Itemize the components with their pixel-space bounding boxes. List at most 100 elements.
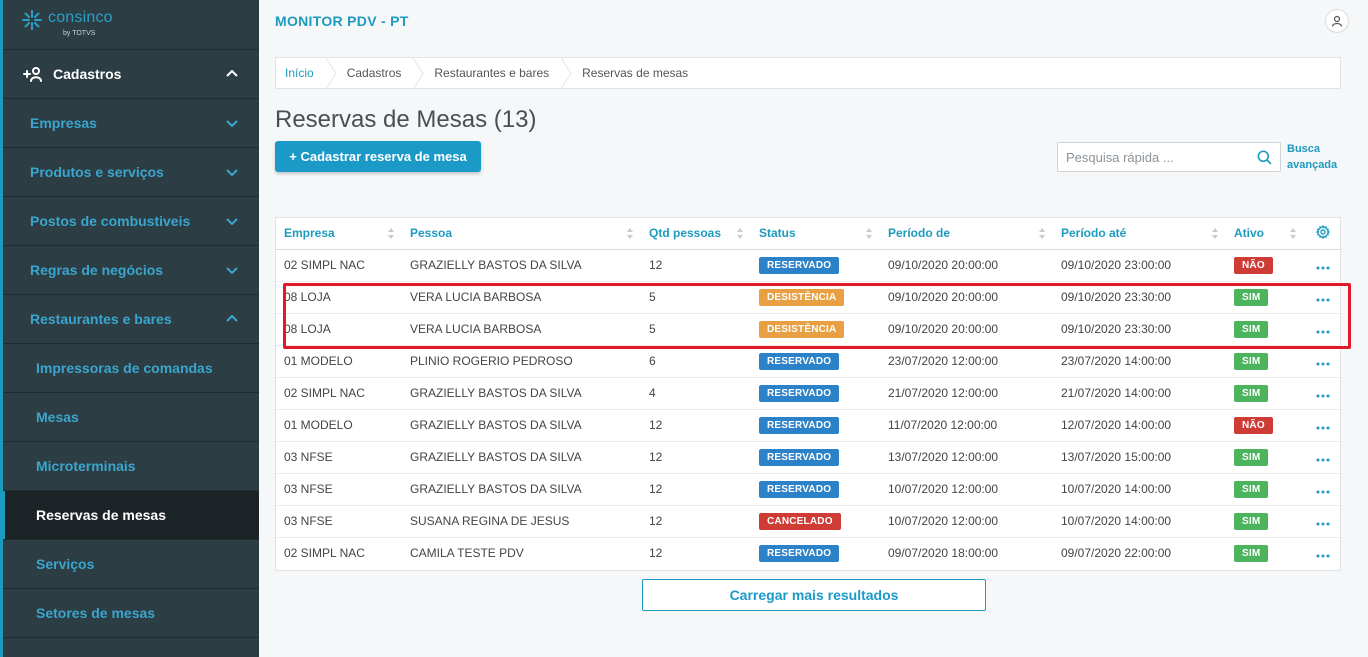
add-reservation-button[interactable]: + Cadastrar reserva de mesa [275,141,481,172]
cell-periodo-de: 10/07/2020 12:00:00 [880,505,1053,538]
column-settings[interactable] [1304,218,1342,250]
cell-qtd-pessoas: 5 [641,281,751,314]
cell-periodo-de: 21/07/2020 12:00:00 [880,377,1053,410]
row-actions-menu[interactable] [1304,537,1342,569]
cell-periodo-de: 09/10/2020 20:00:00 [880,281,1053,314]
sidebar-item-produtos-servicos[interactable]: Produtos e serviços [3,148,259,197]
main-content: MONITOR PDV - PT Início Cadastros Restau… [259,0,1368,657]
user-menu-button[interactable] [1325,9,1349,33]
more-options-icon [1316,554,1330,558]
search-input[interactable] [1058,143,1248,171]
user-icon [1331,15,1343,27]
row-actions-menu[interactable] [1304,249,1342,282]
breadcrumb-inicio[interactable]: Início [276,58,326,88]
consinco-logo-icon [22,10,42,30]
chevron-down-icon [226,218,238,226]
sidebar-item-postos-combustiveis[interactable]: Postos de combustiveis [3,197,259,246]
cell-qtd-pessoas: 12 [641,441,751,474]
table-row[interactable]: 03 NFSE SUSANA REGINA DE JESUS 12 CANCELADO… [276,505,1342,538]
row-actions-menu[interactable] [1304,281,1342,314]
sidebar-item-impressoras-comandas[interactable]: Impressoras de comandas [3,344,259,393]
sidebar-header-cadastros[interactable]: Cadastros [3,50,259,99]
sidebar-item-servicos[interactable]: Serviços [3,540,259,589]
table-row[interactable]: 02 SIMPL NAC CAMILA TESTE PDV 12 RESERVADO 0… [276,537,1342,569]
sidebar-item-label: Serviços [36,556,95,572]
cell-ativo: SIM [1226,377,1304,410]
table-row[interactable]: 03 NFSE GRAZIELLY BASTOS DA SILVA 12 RESERV… [276,441,1342,474]
quick-search [1057,142,1281,172]
cell-pessoa: VERA LUCIA BARBOSA [402,313,641,346]
row-actions-menu[interactable] [1304,505,1342,538]
brand-logo[interactable]: consinco by TOTVS [3,0,259,50]
cell-qtd-pessoas: 12 [641,505,751,538]
status-badge: RESERVADO [759,448,840,466]
row-actions-menu[interactable] [1304,473,1342,506]
cell-qtd-pessoas: 12 [641,473,751,506]
cell-qtd-pessoas: 5 [641,313,751,346]
active-badge: SIM [1234,544,1269,562]
chevron-down-icon [226,169,238,177]
load-more-button[interactable]: Carregar mais resultados [642,579,986,611]
column-header-qtd-pessoas[interactable]: Qtd pessoas [641,218,751,250]
cell-pessoa: GRAZIELLY BASTOS DA SILVA [402,473,641,506]
sort-icon [866,228,872,239]
gear-icon [1315,224,1331,240]
column-header-ativo[interactable]: Ativo [1226,218,1304,250]
status-badge: CANCELADO [759,512,841,530]
table-row[interactable]: 08 LOJA VERA LUCIA BARBOSA 5 DESISTÊNCIA 09/… [276,281,1342,314]
more-options-icon [1316,330,1330,334]
row-actions-menu[interactable] [1304,441,1342,474]
active-badge: SIM [1234,448,1269,466]
table-row[interactable]: 03 NFSE GRAZIELLY BASTOS DA SILVA 12 RESERV… [276,473,1342,506]
active-badge: SIM [1234,288,1269,306]
cell-periodo-ate: 09/10/2020 23:00:00 [1053,249,1226,282]
brand-name: consinco [48,9,113,26]
column-header-status[interactable]: Status [751,218,880,250]
table-header-row: Empresa Pessoa Qtd pessoas Status Períod… [276,218,1342,250]
table-row[interactable]: 01 MODELO GRAZIELLY BASTOS DA SILVA 12 RESE… [276,409,1342,442]
row-actions-menu[interactable] [1304,313,1342,346]
cell-empresa: 03 NFSE [276,441,402,474]
cell-ativo: SIM [1226,345,1304,378]
breadcrumb-cadastros[interactable]: Cadastros [338,58,414,88]
sidebar-item-microterminais[interactable]: Microterminais [3,442,259,491]
cell-periodo-de: 09/07/2020 18:00:00 [888,546,999,561]
table-row[interactable]: 01 MODELO PLINIO ROGERIO PEDROSO 6 RESERVAD… [276,345,1342,378]
row-actions-menu[interactable] [1304,345,1342,378]
cell-periodo-ate: 13/07/2020 15:00:00 [1053,441,1226,474]
breadcrumb: Início Cadastros Restaurantes e bares Re… [275,57,1341,89]
active-badge: SIM [1234,480,1269,498]
search-icon[interactable] [1257,150,1272,165]
cell-ativo: SIM [1226,313,1304,346]
breadcrumb-restaurantes-bares[interactable]: Restaurantes e bares [425,58,561,88]
column-header-label: Empresa [284,226,335,241]
sort-icon [1039,228,1045,239]
breadcrumb-separator [413,57,424,89]
status-badge: RESERVADO [759,352,840,370]
active-badge: SIM [1234,352,1269,370]
sidebar-item-empresas[interactable]: Empresas [3,99,259,148]
sidebar-item-mesas[interactable]: Mesas [3,393,259,442]
sidebar-item-restaurantes-bares[interactable]: Restaurantes e bares [3,295,259,344]
row-actions-menu[interactable] [1304,409,1342,442]
table-row[interactable]: 02 SIMPL NAC GRAZIELLY BASTOS DA SILVA 12 R… [276,249,1342,282]
column-header-label: Pessoa [410,226,453,241]
sidebar-item-reservas-mesas[interactable]: Reservas de mesas [0,491,259,540]
status-badge: RESERVADO [759,416,840,434]
column-header-periodo-ate[interactable]: Período até [1053,218,1226,250]
advanced-search-link[interactable]: Busca avançada [1287,141,1347,173]
row-actions-menu[interactable] [1304,377,1342,410]
sidebar-item-regras-negocios[interactable]: Regras de negócios [3,246,259,295]
sidebar: consinco by TOTVS Cadastros Empresas Pro… [0,0,259,657]
cell-pessoa: GRAZIELLY BASTOS DA SILVA [402,441,641,474]
status-badge: DESISTÊNCIA [759,320,845,338]
cell-pessoa: CAMILA TESTE PDV [410,546,524,561]
column-header-pessoa[interactable]: Pessoa [402,218,641,250]
sidebar-item-label: Reservas de mesas [36,507,166,523]
table-row[interactable]: 08 LOJA VERA LUCIA BARBOSA 5 DESISTÊNCIA 09/… [276,313,1342,346]
table-row[interactable]: 02 SIMPL NAC GRAZIELLY BASTOS DA SILVA 4 RE… [276,377,1342,410]
column-header-empresa[interactable]: Empresa [276,218,402,250]
cell-periodo-ate: 09/10/2020 23:30:00 [1053,313,1226,346]
column-header-periodo-de[interactable]: Período de [880,218,1053,250]
sidebar-item-setores-mesas[interactable]: Setores de mesas [3,589,259,638]
